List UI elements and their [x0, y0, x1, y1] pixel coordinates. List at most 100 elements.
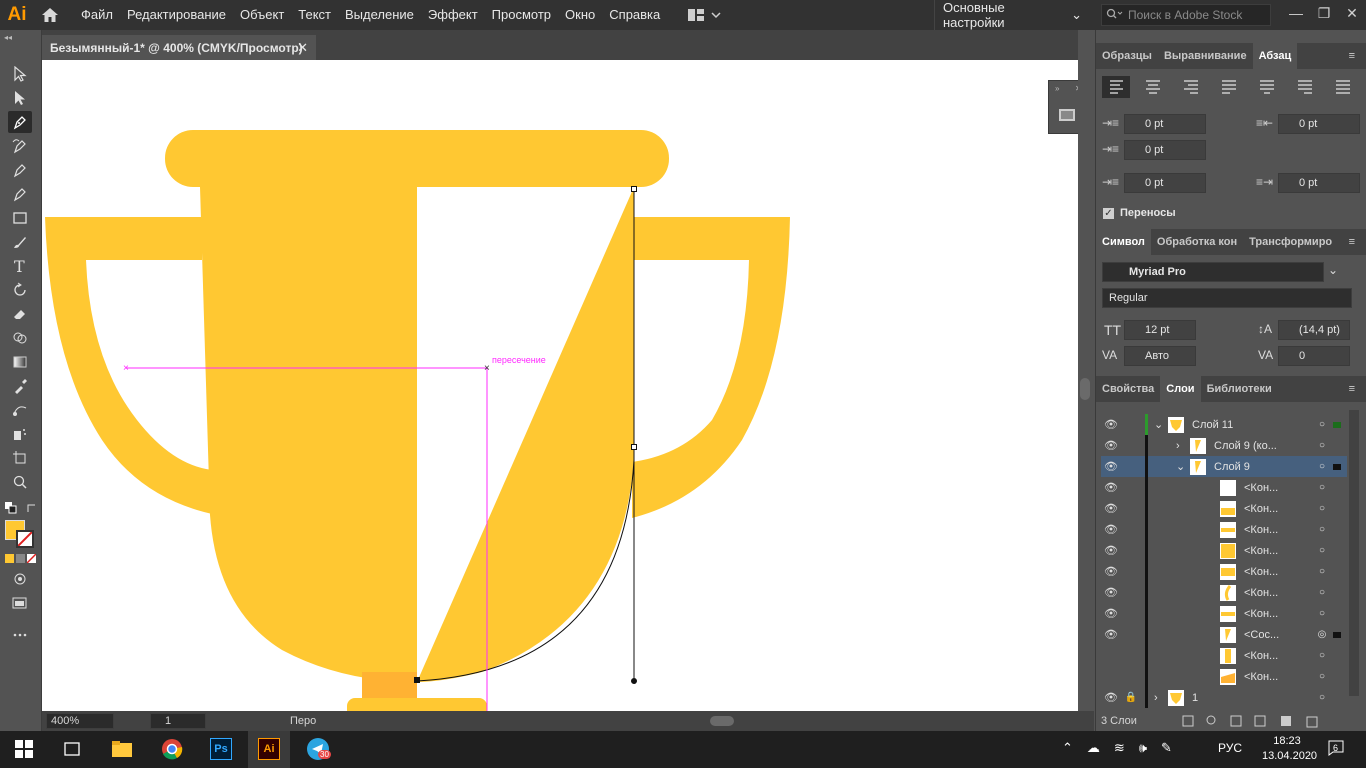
tab-swatches[interactable]: Образцы	[1096, 43, 1158, 69]
menu-select[interactable]: Выделение	[338, 0, 421, 30]
eraser-tool-icon[interactable]	[8, 303, 32, 325]
tab-layers[interactable]: Слои	[1160, 376, 1201, 402]
shape-builder-tool-icon[interactable]	[8, 327, 32, 349]
font-family-chevron-icon[interactable]: ⌄	[1328, 263, 1338, 277]
visibility-eye-icon[interactable]: 👁	[1101, 439, 1121, 452]
windows-start-icon[interactable]	[10, 735, 38, 763]
none-mode-icon[interactable]	[27, 554, 36, 563]
notifications-icon[interactable]: 6	[1326, 739, 1346, 759]
layer-row[interactable]: <Кон... ○	[1101, 666, 1347, 687]
font-style-dropdown[interactable]: Regular	[1102, 288, 1352, 308]
swap-colors-icon[interactable]	[26, 502, 38, 517]
visibility-eye-icon[interactable]: 👁	[1101, 481, 1121, 494]
tab-paragraph[interactable]: Абзац	[1252, 43, 1298, 69]
current-tool-indicator[interactable]: Перо	[290, 715, 410, 727]
vertical-scrollbar[interactable]	[1078, 60, 1094, 711]
layer-name[interactable]: <Сос...	[1244, 629, 1315, 641]
visibility-eye-icon[interactable]: 👁	[1101, 523, 1121, 536]
file-explorer-icon[interactable]	[108, 735, 136, 763]
visibility-eye-icon[interactable]: 👁	[1101, 628, 1121, 641]
photoshop-icon[interactable]: Ps	[207, 735, 235, 763]
layers-footer-icons[interactable]	[1181, 714, 1331, 728]
gradient-mode-icon[interactable]	[16, 554, 25, 563]
selection-indicator[interactable]	[1333, 631, 1341, 638]
screen-mode-icon[interactable]	[8, 592, 32, 614]
target-icon[interactable]: ○	[1315, 671, 1329, 682]
selection-indicator[interactable]	[1333, 463, 1341, 470]
right-indent-field[interactable]: 0 pt	[1278, 114, 1360, 134]
lock-icon[interactable]: 🔒	[1121, 692, 1141, 703]
target-icon[interactable]: ○	[1315, 650, 1329, 661]
layer-name[interactable]: <Кон...	[1244, 503, 1315, 515]
tracking-field[interactable]: 0	[1278, 346, 1350, 366]
selection-indicator[interactable]	[1333, 485, 1341, 491]
blend-tool-icon[interactable]	[8, 399, 32, 421]
direct-selection-tool-icon[interactable]	[8, 87, 32, 109]
target-icon[interactable]: ○	[1315, 545, 1329, 556]
tab-transform[interactable]: Трансформиро	[1243, 229, 1338, 255]
adobe-stock-search[interactable]: Поиск в Adobe Stock	[1101, 4, 1271, 26]
selection-indicator[interactable]	[1333, 653, 1341, 659]
selection-indicator[interactable]	[1333, 695, 1341, 701]
pen-workspace-icon[interactable]: ✎	[1161, 740, 1172, 756]
target-icon[interactable]: ○	[1315, 419, 1329, 430]
selection-indicator[interactable]	[1333, 421, 1341, 428]
selection-indicator[interactable]	[1333, 674, 1341, 680]
network-icon[interactable]: ≋	[1114, 740, 1125, 756]
tab-character[interactable]: Символ	[1096, 229, 1151, 255]
layer-name[interactable]: Слой 9	[1214, 461, 1315, 473]
visibility-eye-icon[interactable]: 👁	[1101, 502, 1121, 515]
layer-row[interactable]: 👁 <Кон... ○	[1101, 519, 1347, 540]
layer-row[interactable]: 👁 <Кон... ○	[1101, 477, 1347, 498]
font-family-dropdown[interactable]: Myriad Pro	[1102, 262, 1324, 282]
color-mode-icon[interactable]	[5, 554, 14, 563]
visibility-eye-icon[interactable]: 👁	[1101, 607, 1121, 620]
curvature-tool-icon[interactable]	[8, 135, 32, 157]
left-indent-field[interactable]: 0 pt	[1124, 114, 1206, 134]
zoom-field[interactable]: 400%	[46, 713, 114, 729]
leading-field[interactable]: (14,4 pt)	[1278, 320, 1350, 340]
target-icon[interactable]: ○	[1315, 503, 1329, 514]
tab-properties[interactable]: Свойства	[1096, 376, 1160, 402]
character-panel-menu-icon[interactable]: ≡	[1343, 229, 1361, 255]
rotate-tool-icon[interactable]	[8, 279, 32, 301]
add-anchor-tool-icon[interactable]	[8, 159, 32, 181]
layer-row[interactable]: 👁 🔒 › 1 ○	[1101, 687, 1347, 708]
artboard-canvas[interactable]: × × пересечение	[42, 60, 1078, 711]
space-before-field[interactable]: 0 pt	[1124, 173, 1206, 193]
layers-scrollbar[interactable]	[1349, 410, 1359, 696]
visibility-eye-icon[interactable]: 👁	[1101, 691, 1121, 704]
anchor-point-tool-icon[interactable]	[8, 183, 32, 205]
panel-menu-icon[interactable]: ≡	[1343, 43, 1361, 69]
panel-collapse-icon[interactable]: ◂◂	[0, 32, 42, 42]
visibility-eye-icon[interactable]: 👁	[1101, 418, 1121, 431]
arrange-documents-button[interactable]	[687, 8, 721, 22]
restore-icon[interactable]: ❐	[1310, 0, 1338, 26]
chevron-right-icon[interactable]: ›	[1154, 692, 1168, 704]
chevron-down-icon[interactable]: ⌄	[1176, 460, 1190, 473]
layer-name[interactable]: <Кон...	[1244, 671, 1315, 683]
layer-row[interactable]: 👁 <Сос... ◎	[1101, 624, 1347, 645]
pen-tool-icon[interactable]	[8, 111, 32, 133]
target-icon[interactable]: ○	[1315, 566, 1329, 577]
layer-row[interactable]: 👁 <Кон... ○	[1101, 603, 1347, 624]
visibility-eye-icon[interactable]: 👁	[1101, 586, 1121, 599]
layer-name[interactable]: <Кон...	[1244, 566, 1315, 578]
layer-name[interactable]: Слой 11	[1192, 419, 1315, 431]
selection-indicator[interactable]	[1333, 590, 1341, 596]
paragraph-align-buttons[interactable]	[1102, 76, 1364, 100]
selection-indicator[interactable]	[1333, 527, 1341, 533]
document-tab[interactable]: Безымянный-1* @ 400% (CMYK/Просмотр) ✕	[42, 35, 316, 60]
tab-opentype[interactable]: Обработка кон	[1151, 229, 1243, 255]
target-icon[interactable]: ○	[1315, 482, 1329, 493]
layer-row[interactable]: 👁 › Слой 9 (ко... ○	[1101, 435, 1347, 456]
selection-indicator[interactable]	[1333, 548, 1341, 554]
menu-help[interactable]: Справка	[602, 0, 667, 30]
layer-name[interactable]: <Кон...	[1244, 587, 1315, 599]
menu-text[interactable]: Текст	[291, 0, 338, 30]
vertical-scroll-thumb[interactable]	[1080, 378, 1090, 400]
menu-window[interactable]: Окно	[558, 0, 602, 30]
layer-row[interactable]: <Кон... ○	[1101, 645, 1347, 666]
layers-panel-menu-icon[interactable]: ≡	[1343, 376, 1361, 402]
target-icon[interactable]: ○	[1315, 440, 1329, 451]
